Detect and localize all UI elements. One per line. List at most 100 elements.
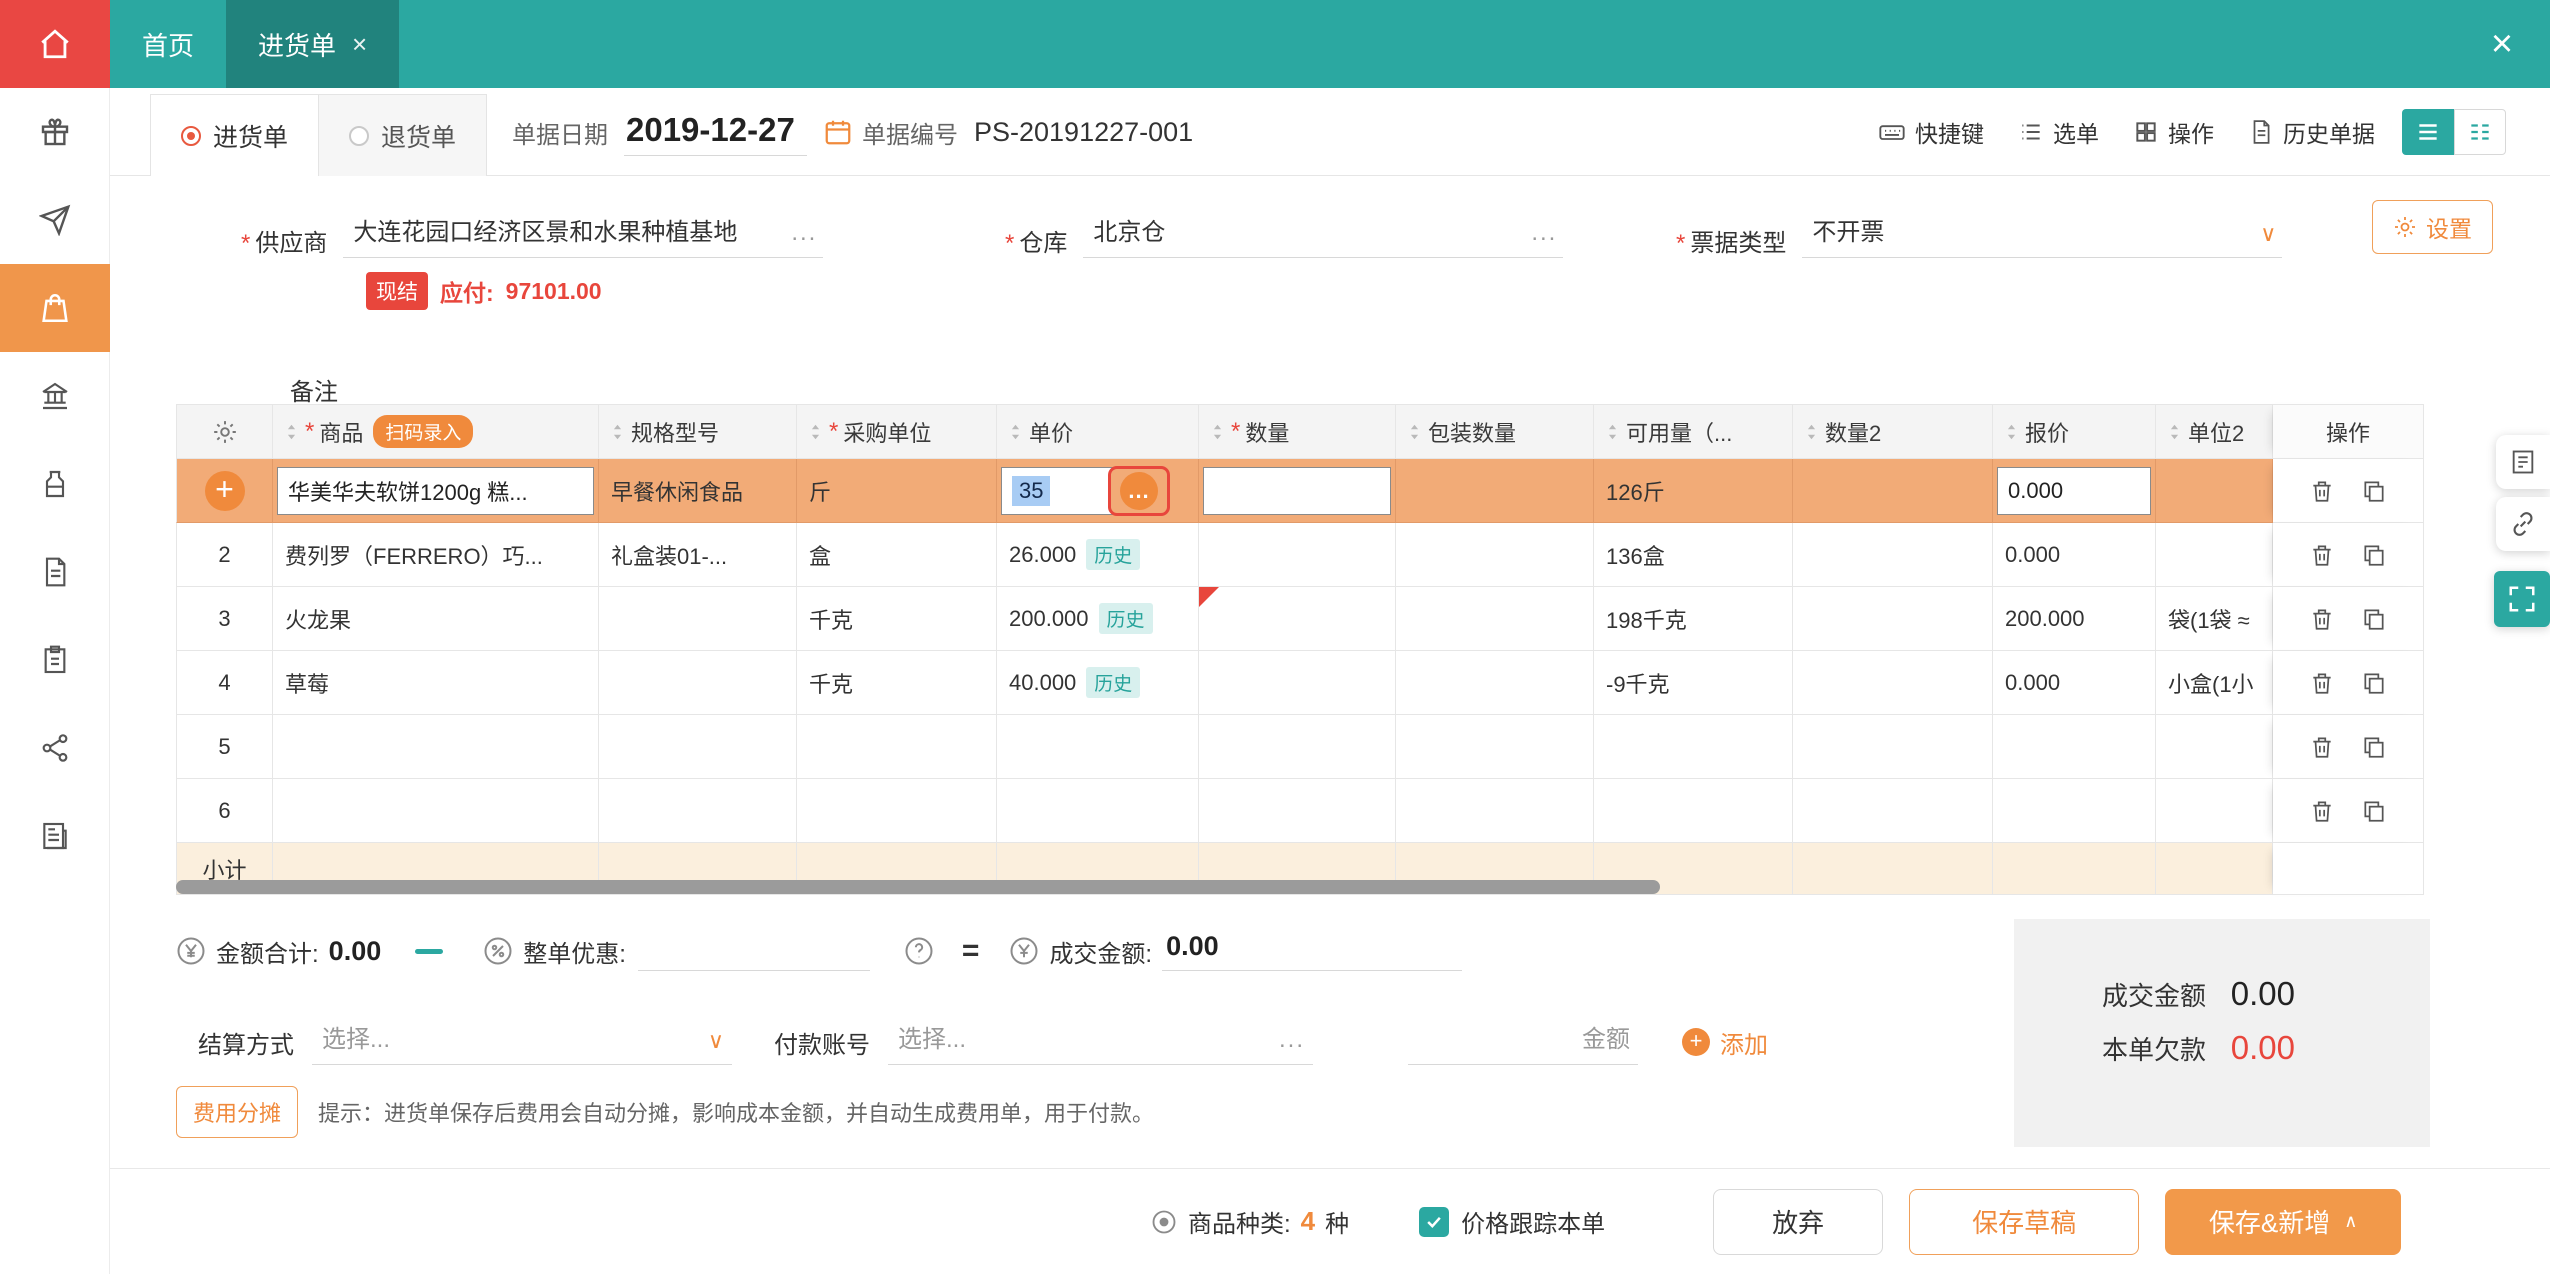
product-cell[interactable]: 费列罗（FERRERO）巧... <box>273 523 599 587</box>
trash-icon[interactable] <box>2309 606 2335 632</box>
spec-cell[interactable] <box>599 587 797 651</box>
chevron-down-icon[interactable]: ∨ <box>708 1028 724 1054</box>
trash-icon[interactable] <box>2309 478 2335 504</box>
qty2-cell[interactable] <box>1793 651 1993 715</box>
spec-cell[interactable] <box>599 779 797 843</box>
unit-cell[interactable] <box>797 779 997 843</box>
header-spec[interactable]: 规格型号 <box>599 404 797 459</box>
price-more-button[interactable]: ... <box>1120 472 1158 510</box>
pay-account-select[interactable]: 选择... ... <box>888 1019 1313 1065</box>
unit2-cell[interactable]: 袋(1袋 ≈ <box>2156 587 2273 651</box>
tab-close-icon[interactable]: × <box>352 29 367 60</box>
qty-cell[interactable] <box>1199 779 1396 843</box>
qty-cell[interactable] <box>1199 523 1396 587</box>
unit-cell[interactable]: 千克 <box>797 587 997 651</box>
copy-icon[interactable] <box>2361 606 2387 632</box>
available-cell[interactable]: 136盒 <box>1594 523 1793 587</box>
available-cell[interactable]: 126斤 <box>1594 459 1793 523</box>
qty-cell[interactable] <box>1199 459 1396 523</box>
header-available[interactable]: 可用量（... <box>1594 404 1793 459</box>
qty2-cell[interactable] <box>1793 587 1993 651</box>
menu-button[interactable]: 选单 <box>2018 115 2099 149</box>
quote-cell[interactable] <box>1993 715 2156 779</box>
history-docs-button[interactable]: 历史单据 <box>2248 115 2375 149</box>
note-tool-button[interactable] <box>2496 435 2550 489</box>
header-quote[interactable]: 报价 <box>1993 404 2156 459</box>
header-unit[interactable]: * 采购单位 <box>797 404 997 459</box>
sort-icon[interactable] <box>809 423 822 441</box>
sidebar-item-gift[interactable] <box>0 88 110 176</box>
collapse-dash-icon[interactable] <box>415 948 444 954</box>
unit2-cell[interactable] <box>2156 459 2273 523</box>
sort-icon[interactable] <box>1211 423 1224 441</box>
trash-icon[interactable] <box>2309 734 2335 760</box>
header-product[interactable]: * 商品 扫码录入 <box>273 404 599 459</box>
header-unit2[interactable]: 单位2 <box>2156 404 2273 459</box>
sidebar-item-jar[interactable] <box>0 440 110 528</box>
product-cell[interactable] <box>273 715 599 779</box>
quote-cell[interactable]: 0.000 <box>1993 459 2156 523</box>
price-input[interactable]: 35 <box>1001 466 1124 515</box>
horizontal-scrollbar[interactable] <box>176 880 2273 896</box>
unit2-cell[interactable] <box>2156 523 2273 587</box>
trash-icon[interactable] <box>2309 542 2335 568</box>
pack-cell[interactable] <box>1396 523 1594 587</box>
header-price[interactable]: 单价 <box>997 404 1199 459</box>
copy-icon[interactable] <box>2361 542 2387 568</box>
history-badge[interactable]: 历史 <box>1086 667 1141 698</box>
sort-icon[interactable] <box>1606 423 1619 441</box>
view-toggle-split[interactable] <box>2454 109 2506 155</box>
pack-cell[interactable] <box>1396 779 1594 843</box>
copy-icon[interactable] <box>2361 670 2387 696</box>
quote-cell[interactable]: 200.000 <box>1993 587 2156 651</box>
supplier-more-icon[interactable]: ... <box>791 219 817 247</box>
warehouse-more-icon[interactable]: ... <box>1531 219 1557 247</box>
pack-cell[interactable] <box>1396 715 1594 779</box>
product-cell[interactable]: 草莓 <box>273 651 599 715</box>
sort-icon[interactable] <box>1009 423 1022 441</box>
sort-icon[interactable] <box>1805 423 1818 441</box>
discount-input[interactable] <box>637 931 870 971</box>
actions-button[interactable]: 操作 <box>2133 115 2214 149</box>
unit2-cell[interactable] <box>2156 779 2273 843</box>
warehouse-input[interactable]: 北京仓 ... <box>1083 212 1564 258</box>
unit-cell[interactable] <box>797 715 997 779</box>
expand-tool-button[interactable] <box>2494 571 2550 627</box>
copy-icon[interactable] <box>2361 798 2387 824</box>
tab-home[interactable]: 首页 <box>110 0 226 88</box>
qty2-cell[interactable] <box>1793 523 1993 587</box>
header-qty[interactable]: * 数量 <box>1199 404 1396 459</box>
sidebar-item-bank[interactable] <box>0 352 110 440</box>
history-badge[interactable]: 历史 <box>1086 539 1141 570</box>
add-row-button[interactable]: + <box>204 470 245 511</box>
qty-cell[interactable] <box>1199 587 1396 651</box>
invoice-type-select[interactable]: 不开票 ∨ <box>1802 212 2283 258</box>
settle-method-select[interactable]: 选择... ∨ <box>312 1019 732 1065</box>
save-draft-button[interactable]: 保存草稿 <box>1909 1188 2140 1255</box>
radio-purchase-order[interactable]: 进货单 <box>151 95 318 176</box>
available-cell[interactable] <box>1594 715 1793 779</box>
window-close-icon[interactable]: × <box>2454 0 2550 88</box>
qty-cell[interactable] <box>1199 715 1396 779</box>
history-badge[interactable]: 历史 <box>1098 603 1153 634</box>
product-cell[interactable] <box>273 779 599 843</box>
add-payment-button[interactable]: + 添加 <box>1682 1025 1768 1060</box>
sort-icon[interactable] <box>2005 423 2018 441</box>
sort-icon[interactable] <box>285 423 298 441</box>
unit-cell[interactable]: 千克 <box>797 651 997 715</box>
calendar-icon[interactable] <box>823 117 853 147</box>
sidebar-item-list[interactable] <box>0 616 110 704</box>
table-settings-header[interactable] <box>176 404 273 459</box>
product-input[interactable]: 华美华夫软饼1200g 糕... <box>277 466 594 515</box>
sidebar-item-send[interactable] <box>0 176 110 264</box>
qty2-cell[interactable] <box>1793 715 1993 779</box>
pay-amount-input[interactable]: 金额 <box>1408 1019 1638 1065</box>
product-cell[interactable]: 华美华夫软饼1200g 糕... <box>273 459 599 523</box>
quote-input[interactable]: 0.000 <box>1997 466 2151 515</box>
sidebar-item-share[interactable] <box>0 704 110 792</box>
pay-account-more-icon[interactable]: ... <box>1279 1026 1305 1054</box>
trash-icon[interactable] <box>2309 670 2335 696</box>
tab-purchase-order[interactable]: 进货单 × <box>226 0 400 88</box>
view-toggle-list[interactable] <box>2402 109 2454 155</box>
unit-cell[interactable]: 斤 <box>797 459 997 523</box>
